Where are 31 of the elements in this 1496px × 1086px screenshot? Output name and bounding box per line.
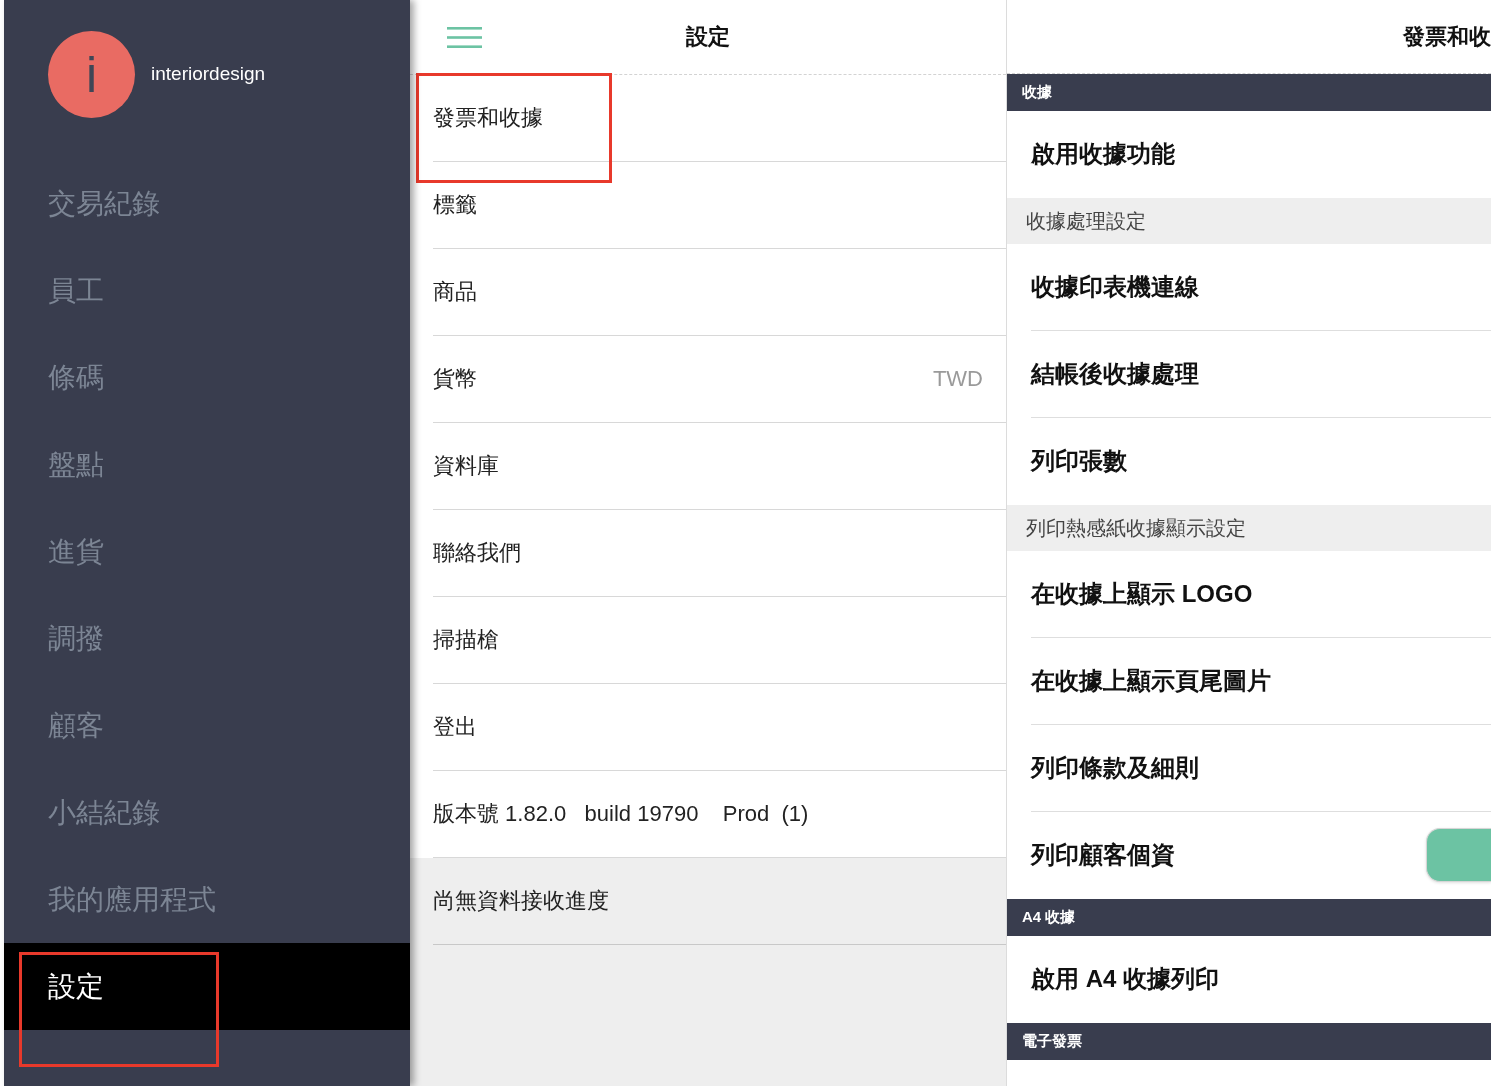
toggle-switch[interactable]	[1426, 828, 1491, 882]
setting-option[interactable]: 啟用收據功能	[1031, 138, 1175, 170]
avatar: i	[48, 31, 135, 118]
setting-option[interactable]: 結帳後收據處理	[1031, 358, 1199, 390]
settings-item[interactable]: 版本號 1.82.0 build 19790 Prod (1)	[433, 799, 809, 829]
settings-item[interactable]: 發票和收據	[433, 103, 543, 133]
setting-value: TWD	[932, 366, 983, 392]
sync-status: 尚無資料接收進度	[433, 887, 609, 915]
menu-icon[interactable]	[447, 26, 482, 48]
section-header: A4 收據	[1022, 908, 1076, 927]
settings-item[interactable]: 聯絡我們	[433, 538, 521, 568]
group-header: 列印熱感紙收據顯示設定	[1026, 515, 1246, 541]
account-name: interiordesign	[151, 63, 266, 85]
settings-item[interactable]: 登出	[433, 712, 477, 742]
settings-item[interactable]: 資料庫	[433, 451, 499, 481]
section-header: 電子發票	[1022, 1032, 1082, 1051]
section-header: 收據	[1022, 83, 1052, 102]
settings-item[interactable]: 貨幣	[433, 364, 477, 394]
setting-option[interactable]: 列印顧客個資	[1031, 839, 1175, 871]
setting-option[interactable]: 啟用 A4 收據列印	[1031, 963, 1219, 995]
panel-title: 設定	[686, 23, 730, 51]
setting-option[interactable]: 收據印表機連線	[1031, 271, 1199, 303]
setting-option[interactable]: 列印條款及細則	[1031, 752, 1199, 784]
setting-option[interactable]: 在收據上顯示頁尾圖片	[1031, 665, 1271, 697]
setting-option[interactable]: 在收據上顯示 LOGO	[1031, 578, 1253, 610]
settings-item[interactable]: 標籤	[433, 190, 477, 220]
group-header: 收據處理設定	[1026, 208, 1146, 234]
panel-title: 發票和收	[1403, 22, 1491, 51]
settings-item[interactable]: 商品	[433, 277, 477, 307]
setting-option[interactable]: 列印張數	[1031, 445, 1127, 477]
settings-item[interactable]: 掃描槍	[433, 625, 499, 655]
